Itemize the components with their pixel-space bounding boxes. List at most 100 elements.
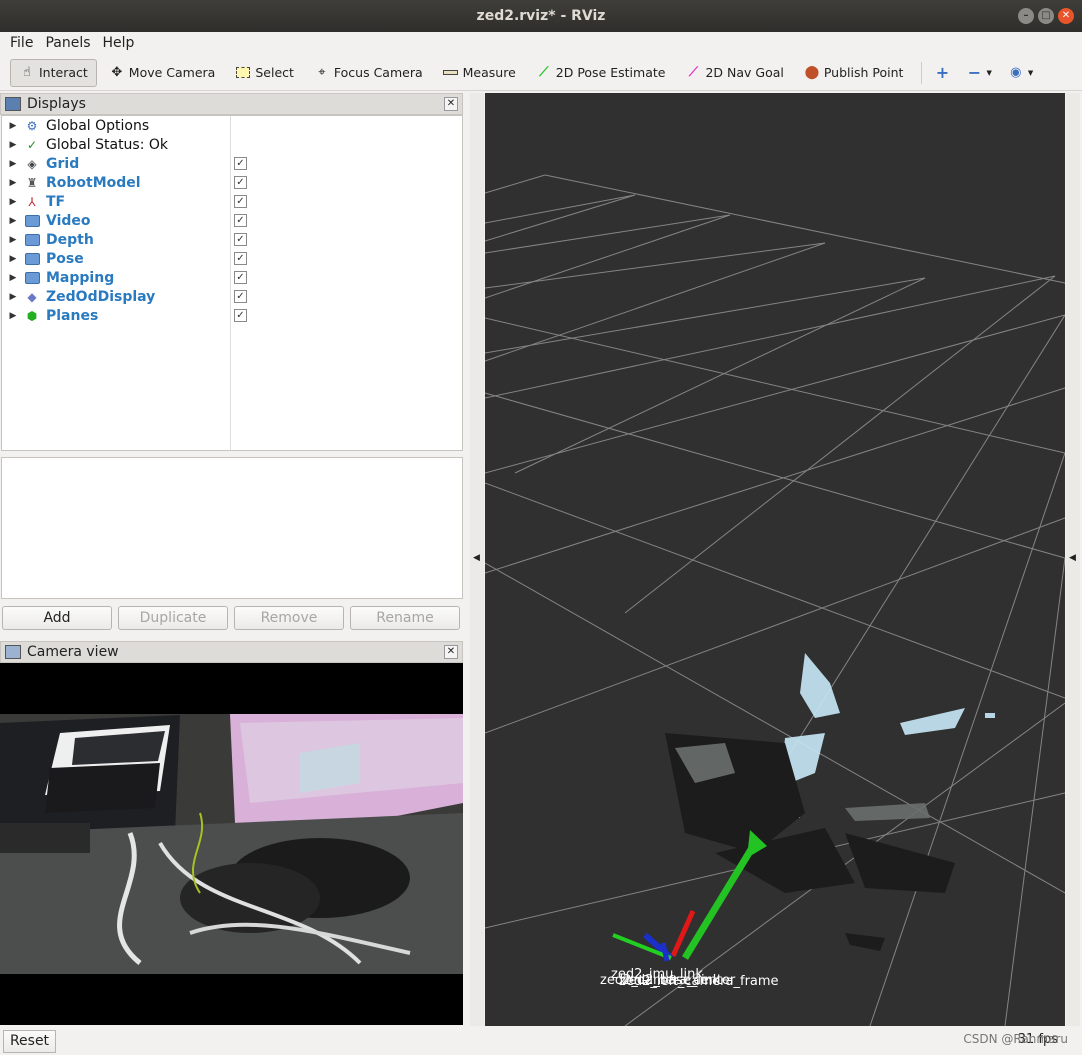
nav-goal-icon: ⟋ xyxy=(688,65,698,80)
tool-interact[interactable]: ☝ Interact xyxy=(10,58,97,87)
expand-arrow-icon[interactable]: ▶ xyxy=(6,140,20,150)
hand-icon: ☝ xyxy=(23,65,31,80)
select-icon xyxy=(235,65,251,81)
display-item-mapping[interactable]: ▶ Mapping ✓ xyxy=(2,268,462,287)
map-pin-icon: ⬤ xyxy=(804,65,820,80)
enabled-checkbox[interactable]: ✓ xyxy=(234,195,247,208)
display-item-video[interactable]: ▶ Video ✓ xyxy=(2,211,462,230)
close-icon[interactable]: ✕ xyxy=(1058,8,1074,24)
display-item-grid[interactable]: ▶ ◈ Grid ✓ xyxy=(2,154,462,173)
menu-help[interactable]: Help xyxy=(97,35,141,51)
tool-publish-point[interactable]: ⬤ Publish Point xyxy=(796,59,912,87)
tool-select[interactable]: Select xyxy=(227,59,302,87)
tool-focus-camera[interactable]: ⌖ Focus Camera xyxy=(306,59,431,87)
displays-tree: ▶ ⚙ Global Options ▶ ✓ Global Status: Ok… xyxy=(1,115,463,451)
display-item-global-status[interactable]: ▶ ✓ Global Status: Ok xyxy=(2,135,462,154)
menubar: File Panels Help xyxy=(0,32,1082,54)
display-item-planes[interactable]: ▶ ⬢ Planes ✓ xyxy=(2,306,462,325)
view-options-button[interactable]: ◉ ▼ xyxy=(1002,59,1039,87)
close-panel-icon[interactable]: ✕ xyxy=(444,97,458,111)
expand-arrow-icon[interactable]: ▶ xyxy=(6,254,20,264)
display-item-pose[interactable]: ▶ Pose ✓ xyxy=(2,249,462,268)
tool-move-camera[interactable]: ✥ Move Camera xyxy=(101,59,224,87)
toolbar: ☝ Interact ✥ Move Camera Select ⌖ Focus … xyxy=(0,55,1082,91)
tool-2d-nav-goal[interactable]: ⟋ 2D Nav Goal xyxy=(677,59,791,87)
checkmark-icon: ✓ xyxy=(26,137,38,152)
left-dock-handle[interactable]: ◀ xyxy=(470,93,484,1026)
diamond-icon: ◆ xyxy=(27,289,37,304)
collapse-right-icon[interactable]: ◀ xyxy=(1069,553,1076,563)
remove-button[interactable]: Remove xyxy=(234,606,344,630)
add-button[interactable]: Add xyxy=(2,606,112,630)
enabled-checkbox[interactable]: ✓ xyxy=(234,233,247,246)
enabled-checkbox[interactable]: ✓ xyxy=(234,252,247,265)
grid-icon: ◈ xyxy=(27,156,37,171)
enabled-checkbox[interactable]: ✓ xyxy=(234,290,247,303)
folder-icon xyxy=(24,232,40,248)
cube-icon: ⬢ xyxy=(26,308,38,323)
plus-icon: + xyxy=(935,63,950,82)
display-item-global-options[interactable]: ▶ ⚙ Global Options xyxy=(2,116,462,135)
enabled-checkbox[interactable]: ✓ xyxy=(234,157,247,170)
expand-arrow-icon[interactable]: ▶ xyxy=(6,159,20,169)
menu-panels[interactable]: Panels xyxy=(39,35,96,51)
properties-box xyxy=(1,457,463,599)
robot-icon: ♜ xyxy=(26,175,38,190)
expand-arrow-icon[interactable]: ▶ xyxy=(6,311,20,321)
camera-image xyxy=(0,663,463,1025)
minus-icon: − xyxy=(967,63,982,82)
folder-icon xyxy=(24,251,40,267)
eye-icon: ◉ xyxy=(1010,65,1022,80)
remove-tool-button[interactable]: − ▼ xyxy=(960,59,997,87)
camera-view-icon xyxy=(5,645,21,659)
display-item-tf[interactable]: ▶ ⅄ TF ✓ xyxy=(2,192,462,211)
displays-button-row: Add Duplicate Remove Rename xyxy=(2,606,460,630)
collapse-left-icon[interactable]: ◀ xyxy=(473,553,480,563)
gear-icon: ⚙ xyxy=(26,118,38,133)
expand-arrow-icon[interactable]: ▶ xyxy=(6,216,20,226)
close-panel-icon[interactable]: ✕ xyxy=(444,645,458,659)
displays-panel-header: Displays ✕ xyxy=(0,93,463,115)
axes-icon: ⅄ xyxy=(28,194,36,209)
camera-panel-header: Camera view ✕ xyxy=(0,641,463,663)
enabled-checkbox[interactable]: ✓ xyxy=(234,309,247,322)
focus-camera-icon: ⌖ xyxy=(318,65,326,80)
display-item-robotmodel[interactable]: ▶ ♜ RobotModel ✓ xyxy=(2,173,462,192)
tf-frame-label: zed2_left_camera_frame xyxy=(619,974,779,989)
pose-estimate-icon: ⟋ xyxy=(539,65,549,80)
minimize-icon[interactable]: – xyxy=(1018,8,1034,24)
right-dock-handle[interactable]: ◀ xyxy=(1066,93,1080,1026)
tool-measure[interactable]: Measure xyxy=(435,59,524,87)
expand-arrow-icon[interactable]: ▶ xyxy=(6,121,20,131)
window-title: zed2.rviz* - RViz xyxy=(476,8,606,24)
camera-panel-title: Camera view xyxy=(27,644,119,660)
move-camera-icon: ✥ xyxy=(111,65,123,80)
expand-arrow-icon[interactable]: ▶ xyxy=(6,235,20,245)
expand-arrow-icon[interactable]: ▶ xyxy=(6,292,20,302)
display-item-depth[interactable]: ▶ Depth ✓ xyxy=(2,230,462,249)
render-viewport-3d[interactable]: zed2_imu_link zed2_camera_center zed2_ba… xyxy=(485,93,1065,1026)
enabled-checkbox[interactable]: ✓ xyxy=(234,176,247,189)
add-tool-button[interactable]: + xyxy=(928,59,956,87)
folder-icon xyxy=(24,270,40,286)
expand-arrow-icon[interactable]: ▶ xyxy=(6,197,20,207)
tool-2d-pose-estimate[interactable]: ⟋ 2D Pose Estimate xyxy=(528,59,674,87)
enabled-checkbox[interactable]: ✓ xyxy=(234,271,247,284)
menu-file[interactable]: File xyxy=(4,35,39,51)
enabled-checkbox[interactable]: ✓ xyxy=(234,214,247,227)
displays-panel-title: Displays xyxy=(27,96,86,112)
rename-button[interactable]: Rename xyxy=(350,606,460,630)
expand-arrow-icon[interactable]: ▶ xyxy=(6,178,20,188)
window-titlebar: zed2.rviz* - RViz – □ ✕ xyxy=(0,0,1082,32)
duplicate-button[interactable]: Duplicate xyxy=(118,606,228,630)
reset-button[interactable]: Reset xyxy=(3,1030,56,1053)
statusbar: Reset 31 fps CSDN @Ranmaru xyxy=(0,1027,1082,1055)
expand-arrow-icon[interactable]: ▶ xyxy=(6,273,20,283)
watermark-text: CSDN @Ranmaru xyxy=(963,1032,1068,1046)
folder-icon xyxy=(24,213,40,229)
display-item-zedoddisplay[interactable]: ▶ ◆ ZedOdDisplay ✓ xyxy=(2,287,462,306)
monitor-icon xyxy=(5,97,21,111)
measure-icon xyxy=(443,65,459,81)
maximize-icon[interactable]: □ xyxy=(1038,8,1054,24)
toolbar-separator xyxy=(921,61,923,84)
